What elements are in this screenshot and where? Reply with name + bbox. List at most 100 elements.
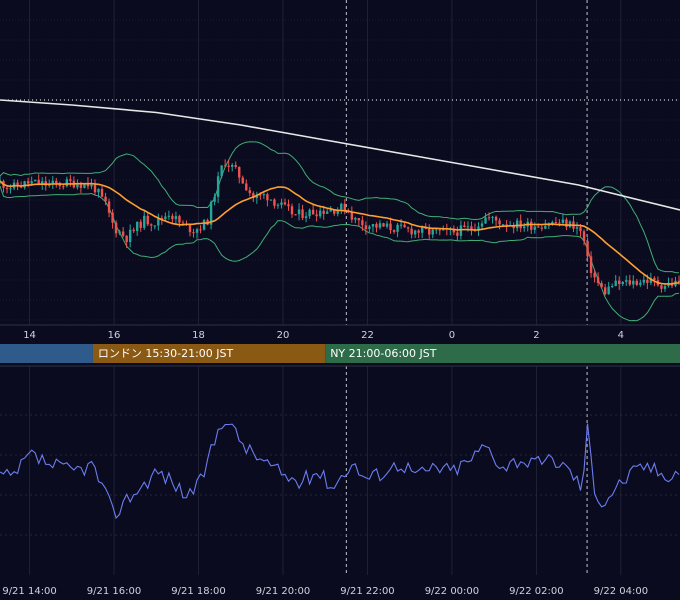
candle-body: [579, 227, 582, 232]
candle-body: [178, 216, 181, 223]
candle-body: [586, 241, 589, 257]
candle-body: [519, 220, 522, 229]
candle-body: [593, 272, 596, 278]
candle-body: [9, 188, 12, 190]
candle-body: [23, 181, 26, 188]
candle-body: [392, 230, 396, 232]
candle-body: [494, 216, 498, 221]
candle-body: [498, 220, 501, 225]
candle-body: [121, 231, 125, 236]
candle-body: [375, 224, 378, 228]
candle-body: [459, 225, 463, 236]
candle-body: [642, 279, 646, 283]
candle-body: [146, 215, 149, 225]
candle-body: [311, 209, 315, 215]
candle-body: [438, 229, 441, 231]
candle-body: [276, 204, 280, 206]
candle-body: [283, 202, 287, 205]
oscillator-x-tick-label: 9/22 04:00: [594, 586, 648, 597]
candle-body: [621, 281, 624, 285]
chart-canvas: 14 16 18 20 22 0 2 4 ロンドン 15:30-21:00 JST NY 21:…: [0, 0, 680, 600]
price-x-tick-label: 16: [108, 330, 121, 341]
candle-body: [603, 287, 607, 295]
price-x-tick-label: 0: [449, 330, 455, 341]
candle-body: [192, 232, 195, 234]
candle-body: [174, 216, 178, 220]
candle-body: [466, 226, 470, 228]
candle-body: [304, 216, 308, 219]
candle-body: [610, 286, 614, 288]
candle-body: [456, 232, 459, 236]
candle-body: [107, 201, 111, 213]
candle-body: [65, 179, 69, 187]
candle-body: [301, 209, 304, 219]
candle-body: [385, 223, 389, 227]
candle-body: [501, 224, 505, 226]
candle-body: [181, 222, 185, 224]
candle-body: [463, 225, 466, 228]
candle-body: [76, 184, 79, 188]
price-x-tick-label: 22: [361, 330, 374, 341]
price-x-tick-label: 4: [618, 330, 624, 341]
candle-body: [139, 221, 142, 228]
candle-body: [582, 231, 586, 242]
candle-body: [431, 229, 434, 235]
candle-body: [30, 181, 33, 184]
candle-body: [607, 286, 610, 295]
candle-body: [325, 211, 329, 214]
candle-body: [290, 206, 294, 215]
candle-body: [403, 224, 406, 228]
candle-body: [231, 164, 234, 167]
oscillator-x-tick-label: 9/21 18:00: [171, 586, 225, 597]
candle-body: [600, 283, 603, 288]
price-x-tick-label: 20: [277, 330, 290, 341]
candle-body: [364, 225, 368, 229]
candle-body: [26, 181, 30, 184]
candle-body: [635, 280, 639, 285]
candle-body: [241, 177, 244, 184]
candle-body: [213, 196, 216, 202]
candle-body: [371, 224, 375, 227]
candle-body: [565, 219, 568, 228]
candle-body: [663, 286, 667, 289]
candle-body: [530, 221, 533, 230]
candle-body: [639, 282, 642, 285]
candle-body: [294, 214, 297, 216]
candle-body: [389, 223, 392, 231]
oscillator-x-tick-label: 9/22 02:00: [509, 586, 563, 597]
candle-body: [202, 220, 206, 230]
candle-body: [382, 223, 385, 227]
candle-body: [428, 228, 431, 235]
candle-body: [55, 180, 58, 183]
candle-body: [396, 224, 399, 232]
candle-body: [417, 230, 420, 233]
candle-body: [632, 280, 635, 285]
candle-body: [368, 226, 371, 229]
candle-body: [287, 204, 290, 207]
price-x-tick-label: 18: [192, 330, 205, 341]
candle-body: [136, 221, 139, 232]
candle-body: [413, 230, 417, 235]
candle-body: [646, 279, 649, 283]
candle-body: [227, 165, 230, 167]
candle-body: [143, 215, 146, 228]
candle-body: [150, 224, 153, 226]
candle-body: [491, 216, 494, 218]
candle-body: [406, 227, 410, 229]
oscillator-x-tick-label: 9/21 14:00: [2, 586, 56, 597]
candle-body: [132, 229, 135, 232]
candle-body: [171, 215, 174, 220]
candle-body: [5, 187, 9, 189]
candle-body: [361, 220, 364, 226]
candle-body: [537, 226, 540, 228]
candle-body: [410, 228, 413, 235]
candle-body: [153, 225, 157, 227]
candle-body: [199, 229, 202, 231]
candle-body: [100, 188, 104, 197]
candle-body: [322, 210, 325, 214]
session-label: NY 21:00-06:00 JST: [330, 347, 437, 360]
candle-body: [378, 223, 382, 228]
candle-body: [104, 196, 107, 202]
candle-body: [114, 222, 118, 234]
candle-body: [340, 203, 343, 210]
